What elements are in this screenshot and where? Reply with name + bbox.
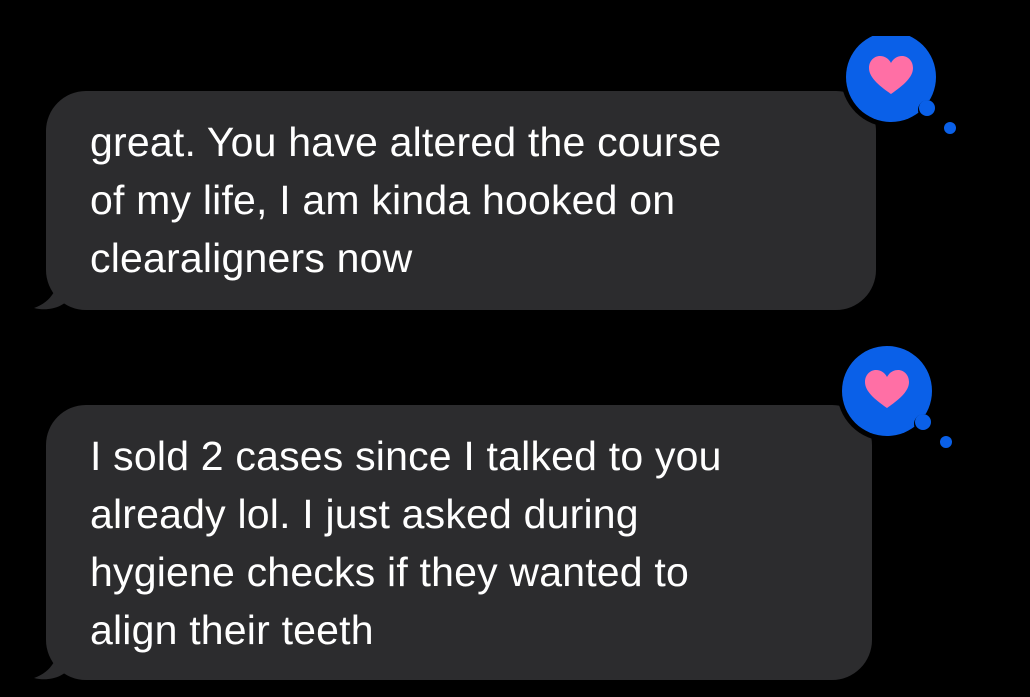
message-text-line: of my life, I am kinda hooked on	[90, 177, 676, 223]
tapback-reaction[interactable]	[834, 340, 964, 450]
message-text-line: I sold 2 cases since I talked to you	[90, 433, 722, 479]
message-bubble[interactable]: I sold 2 cases since I talked to you alr…	[46, 405, 872, 680]
received-message: I sold 2 cases since I talked to you alr…	[0, 330, 1030, 697]
message-thread: great. You have altered the course of my…	[0, 0, 1030, 697]
message-text-line: clearaligners now	[90, 235, 413, 281]
heart-icon	[841, 36, 956, 134]
message-text-line: hygiene checks if they wanted to	[90, 549, 689, 595]
received-message: great. You have altered the course of my…	[0, 0, 1030, 330]
heart-icon	[837, 341, 952, 448]
tapback-reaction[interactable]	[838, 36, 968, 146]
message-bubble[interactable]: great. You have altered the course of my…	[46, 91, 876, 310]
message-text-line: align their teeth	[90, 607, 374, 653]
message-text-line: already lol. I just asked during	[90, 491, 639, 537]
message-text-line: great. You have altered the course	[90, 119, 722, 165]
